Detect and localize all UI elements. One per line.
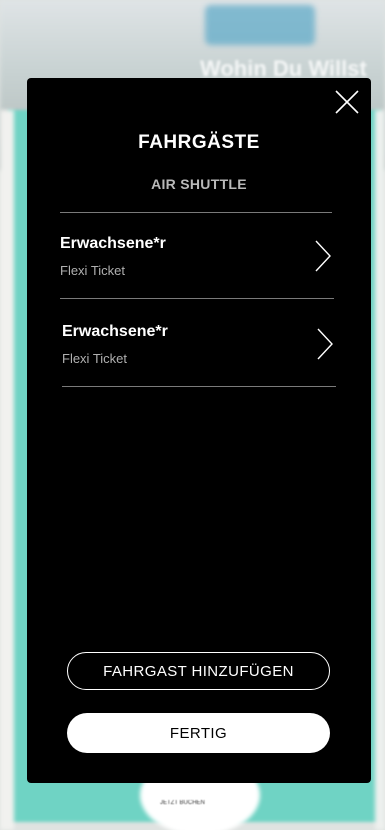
divider — [62, 386, 336, 387]
add-passenger-button[interactable]: FAHRGAST HINZUFÜGEN — [67, 652, 330, 690]
passengers-modal: FAHRGÄSTE AIR SHUTTLE Erwachsene*r Flexi… — [27, 78, 371, 783]
close-icon — [335, 90, 359, 114]
passenger-type: Erwachsene*r — [60, 235, 166, 252]
done-button[interactable]: FERTIG — [67, 713, 330, 753]
close-button[interactable] — [331, 86, 363, 118]
background-graphic — [205, 5, 315, 45]
chevron-right-icon — [315, 240, 331, 272]
background-edge-right — [375, 110, 385, 830]
passenger-type: Erwachsene*r — [62, 323, 168, 340]
passenger-ticket: Flexi Ticket — [60, 263, 126, 278]
passenger-item-2[interactable]: Erwachsene*r Flexi Ticket — [62, 301, 336, 387]
passenger-item-1[interactable]: Erwachsene*r Flexi Ticket — [60, 213, 334, 299]
divider — [60, 298, 334, 299]
passenger-ticket: Flexi Ticket — [62, 351, 128, 366]
background-edge-left — [0, 110, 14, 830]
modal-title: FAHRGÄSTE — [138, 132, 260, 153]
chevron-right-icon — [317, 328, 333, 360]
background-cta-label: JETZT BUCHEN — [160, 800, 205, 806]
modal-subtitle: AIR SHUTTLE — [151, 176, 247, 192]
